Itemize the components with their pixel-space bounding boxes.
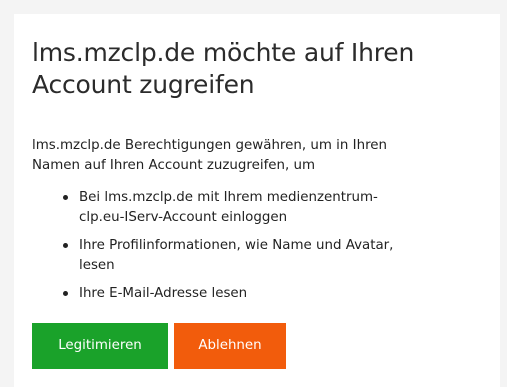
bullet-icon xyxy=(63,291,68,296)
permission-item-profile-line-2: lesen xyxy=(79,258,115,273)
bullet-icon xyxy=(63,195,68,200)
page-background: lms.mzclp.de möchte auf Ihren Account zu… xyxy=(0,0,507,387)
permission-item-login-line-1: Bei lms.mzclp.de mit Ihrem medienzentrum… xyxy=(79,190,378,205)
permission-item-profile-line-1: Ihre Profilinformationen, wie Name und A… xyxy=(79,238,394,253)
permission-list: Bei lms.mzclp.de mit Ihrem medienzentrum… xyxy=(62,188,482,304)
dialog-title-line-2: Account zugreifen xyxy=(32,70,255,99)
permission-item-email: Ihre E-Mail-Adresse lesen xyxy=(62,284,482,304)
permission-intro-line-1: lms.mzclp.de Berechtigungen gewähren, um… xyxy=(32,138,388,153)
dialog-title-line-1: lms.mzclp.de möchte auf Ihren xyxy=(32,38,415,67)
permission-intro-line-2: Namen auf Ihren Account zuzugreifen, um xyxy=(32,158,316,173)
permission-item-login: Bei lms.mzclp.de mit Ihrem medienzentrum… xyxy=(62,188,482,228)
permission-item-profile: Ihre Profilinformationen, wie Name und A… xyxy=(62,236,482,276)
permission-intro: lms.mzclp.de Berechtigungen gewähren, um… xyxy=(32,136,492,176)
authorize-button[interactable]: Legitimieren xyxy=(32,323,168,369)
permission-item-email-line-1: Ihre E-Mail-Adresse lesen xyxy=(79,286,248,301)
deny-button[interactable]: Ablehnen xyxy=(174,323,286,369)
bullet-icon xyxy=(63,243,68,248)
dialog-title: lms.mzclp.de möchte auf Ihren Account zu… xyxy=(32,37,482,101)
permission-item-login-line-2: clp.eu-IServ-Account einloggen xyxy=(79,210,288,225)
